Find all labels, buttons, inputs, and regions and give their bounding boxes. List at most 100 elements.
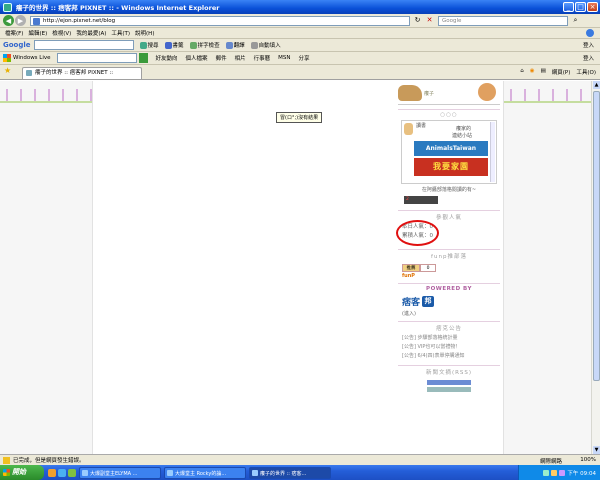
funp-logo[interactable]: funP <box>402 273 500 279</box>
maximize-button[interactable]: □ <box>575 2 586 12</box>
rss-widget: 新聞文摘(RSS) <box>398 365 500 392</box>
address-row: ◀ ▶ http://ejon.pixnet.net/blog ↻ ✕ Goog… <box>0 14 600 28</box>
clock: 下午 09:04 <box>567 470 596 477</box>
window-controls: _ □ × <box>563 2 598 12</box>
google-bookmarks-button[interactable]: 書籤 <box>164 41 184 49</box>
menu-view[interactable]: 檢視(V) <box>52 29 71 37</box>
translate-icon <box>225 41 233 49</box>
tray-icon[interactable] <box>551 469 558 476</box>
live-search-input[interactable] <box>56 53 137 63</box>
ie-icon <box>3 2 12 12</box>
powered-widget: POWERED BY 痞客邦 (進入) <box>398 283 500 317</box>
link-box-scrollbar[interactable] <box>490 122 495 182</box>
announcement-link[interactable]: [公告] 6/4(四)表單停購通知 <box>398 352 500 361</box>
home-icon[interactable]: ⌂ <box>520 68 524 76</box>
link-widget: ○○○ 讀書 癢家的 連結小站 AnimalsTaiwan 我要家園 在阿醬部落… <box>398 109 500 204</box>
desktop-icon[interactable] <box>68 468 76 477</box>
address-bar[interactable]: http://ejon.pixnet.net/blog <box>30 15 410 26</box>
pixnet-logo[interactable]: 痞客邦 <box>402 295 500 308</box>
funp-button[interactable]: 推薦 0 <box>402 264 500 272</box>
folder-icon[interactable] <box>48 468 56 477</box>
scroll-up-arrow[interactable]: ▲ <box>593 81 600 89</box>
google-search-input[interactable] <box>33 40 134 50</box>
page-icon <box>26 70 32 76</box>
search-icon[interactable]: ⌕ <box>571 16 580 25</box>
tray-icon[interactable] <box>543 469 550 476</box>
taskbar-item[interactable]: 大爆副堂主ELYMA ... <box>79 466 161 479</box>
announcement-link[interactable]: [公告] 步驟部落格統計量 <box>398 334 500 343</box>
live-photos[interactable]: 相片 <box>235 54 246 62</box>
home-banner[interactable]: 我要家園 <box>414 158 488 176</box>
menu-tools[interactable]: 工具(T) <box>111 29 130 37</box>
live-search-button[interactable] <box>138 53 148 63</box>
menu-help[interactable]: 說明(H) <box>135 29 154 37</box>
right-background <box>503 81 592 454</box>
scroll-down-arrow[interactable]: ▼ <box>593 446 600 454</box>
join-link[interactable]: (進入) <box>398 308 500 317</box>
live-login-button[interactable]: 登入 <box>583 54 594 62</box>
menu-bar: 檔案(F) 編輯(E) 檢視(V) 我的最愛(A) 工具(T) 說明(H) <box>0 28 600 39</box>
announcement-link[interactable]: [公告] VIP也可以當禮物！ <box>398 343 500 352</box>
close-button[interactable]: × <box>587 2 598 12</box>
taskbar: 開始 大爆副堂主ELYMA ... 大爆堂主 Rocky的論... 癢子的世界 … <box>0 465 600 480</box>
rss-icon[interactable]: ◉ <box>530 68 535 76</box>
link-box-label: 癢家的 <box>456 126 472 132</box>
autofill-button[interactable]: 自動填入 <box>250 41 281 49</box>
warning-icon[interactable] <box>3 456 10 464</box>
live-msn[interactable]: MSN <box>278 55 290 61</box>
sidebar-banner: 癢子 <box>398 81 500 105</box>
windows-flag-icon <box>586 29 594 37</box>
link-box: 讀書 癢家的 連結小站 AnimalsTaiwan 我要家園 <box>401 120 497 184</box>
live-friends[interactable]: 好友動向 <box>156 54 178 62</box>
menu-file[interactable]: 檔案(F) <box>5 29 23 37</box>
quick-launch <box>48 468 76 477</box>
live-share[interactable]: 分享 <box>298 54 309 62</box>
stop-icon[interactable]: ✕ <box>425 16 434 25</box>
widget-title: ○○○ <box>440 112 458 118</box>
search-input[interactable]: Google <box>438 15 568 26</box>
menu-favorites[interactable]: 我的最愛(A) <box>76 29 106 37</box>
link-box-label: 連結小站 <box>452 133 473 139</box>
announcement-widget: 痞克公告 [公告] 步驟部落格統計量 [公告] VIP也可以當禮物！ [公告] … <box>398 321 500 361</box>
start-button[interactable]: 開始 <box>0 465 44 480</box>
spellcheck-button[interactable]: 拼字檢查 <box>189 41 220 49</box>
live-profile[interactable]: 個人檔案 <box>186 54 208 62</box>
cat-image <box>478 83 496 101</box>
page-menu[interactable]: 網頁(P) <box>552 68 571 76</box>
rss-button[interactable] <box>427 380 471 385</box>
animals-taiwan-banner[interactable]: AnimalsTaiwan <box>414 141 488 156</box>
tab-current[interactable]: 癢子的世界 :: 痞客邦 PIXNET :: <box>22 67 142 79</box>
autofill-icon <box>250 41 258 49</box>
announcement-title: 痞克公告 <box>435 326 462 332</box>
page-viewport: 冒(ロ°;)沒有結果 癢子 ○○○ 讀書 癢家的 連結小站 AnimalsTai… <box>0 81 600 454</box>
live-mail[interactable]: 郵件 <box>216 54 227 62</box>
zoom-level[interactable]: 100% <box>580 457 596 463</box>
funp-title: funp推部落 <box>431 254 467 260</box>
blog-sidebar: 癢子 ○○○ 讀書 癢家的 連結小站 AnimalsTaiwan 我要家園 在阿… <box>396 81 500 454</box>
tray-icon[interactable] <box>559 469 566 476</box>
translate-button[interactable]: 翻譯 <box>225 41 245 49</box>
google-search-button[interactable]: 搜尋 <box>139 41 159 49</box>
back-button[interactable]: ◀ <box>3 15 14 26</box>
menu-edit[interactable]: 編輯(E) <box>28 29 47 37</box>
link-box-label: 讀書 <box>416 123 427 129</box>
google-login-button[interactable]: 登入 <box>583 41 594 49</box>
vertical-scrollbar[interactable]: ▲ ▼ <box>591 81 600 454</box>
tools-menu[interactable]: 工具(O) <box>576 68 596 76</box>
flower-border <box>504 89 592 103</box>
scroll-thumb[interactable] <box>593 91 600 381</box>
favorites-star-icon[interactable]: ★ <box>4 67 12 75</box>
live-toolbar: Windows Live 好友動向 個人檔案 郵件 相片 行事曆 MSN 分享 … <box>0 52 600 65</box>
ie-icon[interactable] <box>58 468 66 477</box>
mini-dog-image <box>404 123 413 135</box>
minimize-button[interactable]: _ <box>563 2 574 12</box>
print-icon[interactable]: ▤ <box>541 68 546 76</box>
forward-button[interactable]: ▶ <box>15 15 26 26</box>
taskbar-item-active[interactable]: 癢子的世界 :: 痞客... <box>249 466 331 479</box>
taskbar-item[interactable]: 大爆堂主 Rocky的論... <box>164 466 246 479</box>
rss-button[interactable] <box>427 387 471 392</box>
live-calendar[interactable]: 行事曆 <box>254 54 271 62</box>
title-bar: 癢子的世界 :: 痞客邦 PIXNET :: - Windows Interne… <box>0 0 600 14</box>
tab-bar: ★ 癢子的世界 :: 痞客邦 PIXNET :: ⌂ ◉ ▤ 網頁(P) 工具(… <box>0 65 600 80</box>
refresh-icon[interactable]: ↻ <box>413 16 422 25</box>
